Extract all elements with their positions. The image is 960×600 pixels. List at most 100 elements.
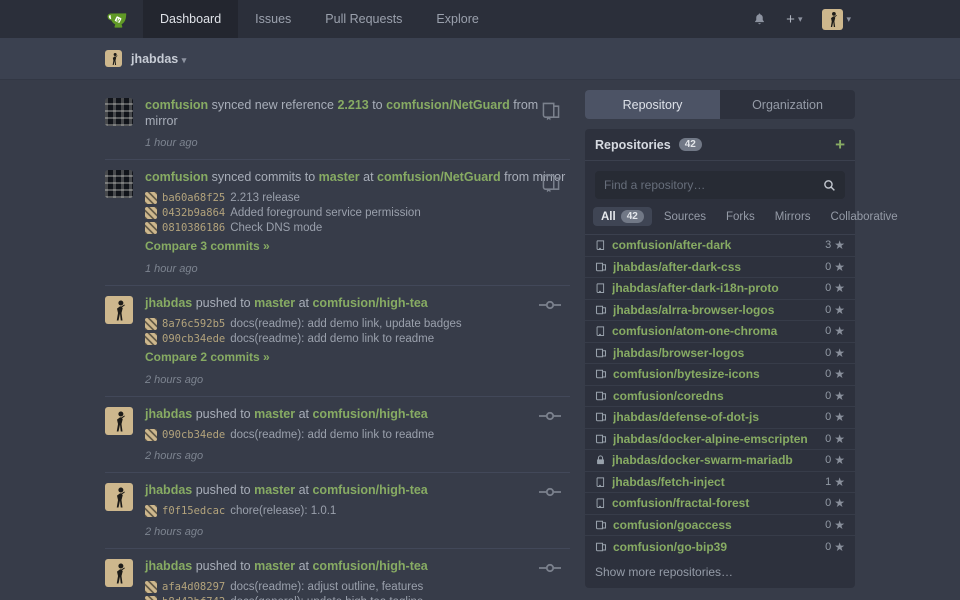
repository-list-item[interactable]: comfusion/bytesize-icons0★ xyxy=(585,364,855,386)
identicon-avatar[interactable] xyxy=(105,98,133,126)
tab-organization[interactable]: Organization xyxy=(720,90,855,119)
create-new-button[interactable]: + ▾ xyxy=(786,11,802,28)
repository-list-item[interactable]: jhabdas/after-dark-css0★ xyxy=(585,257,855,279)
filter-forks[interactable]: Forks xyxy=(718,208,763,226)
filter-all[interactable]: All42 xyxy=(593,207,652,226)
commit-sha-link[interactable]: b8d42bf742 xyxy=(162,596,225,600)
commit-sha-link[interactable]: 0432b9a864 xyxy=(162,207,225,219)
feed-link[interactable]: comfusion xyxy=(145,170,208,184)
repository-list-item[interactable]: jhabdas/defense-of-dot-js0★ xyxy=(585,407,855,429)
commit-sha-link[interactable]: 090cb34ede xyxy=(162,333,225,345)
repository-name-link[interactable]: jhabdas/after-dark-i18n-proto xyxy=(612,281,825,295)
feed-link[interactable]: master xyxy=(254,483,295,497)
feed-link[interactable]: comfusion/high-tea xyxy=(312,296,427,310)
commit-sha-link[interactable]: ba60a68f25 xyxy=(162,192,225,204)
commit-sha-link[interactable]: f0f15edcac xyxy=(162,505,225,517)
add-repository-button[interactable]: + xyxy=(835,136,845,153)
feed-link[interactable]: master xyxy=(254,559,295,573)
user-avatar[interactable] xyxy=(105,296,133,324)
user-avatar[interactable] xyxy=(105,559,133,587)
repository-search-input[interactable] xyxy=(604,178,823,192)
repository-name-link[interactable]: comfusion/goaccess xyxy=(613,518,825,532)
feed-link[interactable]: comfusion/NetGuard xyxy=(386,98,510,112)
repository-name-link[interactable]: comfusion/fractal-forest xyxy=(612,496,825,510)
identicon-avatar[interactable] xyxy=(105,170,133,198)
compare-commits-link[interactable]: Compare 3 commits » xyxy=(145,239,270,253)
repository-list-item[interactable]: jhabdas/docker-swarm-mariadb0★ xyxy=(585,450,855,472)
commit-message: docs(readme): add demo link to readme xyxy=(230,333,434,345)
repository-name-link[interactable]: comfusion/coredns xyxy=(613,389,825,403)
repository-list-item[interactable]: comfusion/atom-one-chroma0★ xyxy=(585,321,855,343)
repository-list-item[interactable]: comfusion/coredns0★ xyxy=(585,386,855,408)
repository-name-link[interactable]: jhabdas/browser-logos xyxy=(613,346,825,360)
feed-link[interactable]: comfusion/high-tea xyxy=(312,483,427,497)
repository-name-link[interactable]: jhabdas/fetch-inject xyxy=(612,475,825,489)
repository-name-link[interactable]: jhabdas/docker-swarm-mariadb xyxy=(612,453,825,467)
compare-commits-link[interactable]: Compare 2 commits » xyxy=(145,350,270,364)
feed-link[interactable]: jhabdas xyxy=(145,559,192,573)
commit-line: f0f15edcacchore(release): 1.0.1 xyxy=(145,504,570,518)
repository-list-item[interactable]: comfusion/go-bip390★ xyxy=(585,536,855,558)
repository-name-link[interactable]: comfusion/bytesize-icons xyxy=(613,367,825,381)
show-more-repositories-link[interactable]: Show more repositories… xyxy=(585,558,855,588)
repository-list-item[interactable]: jhabdas/fetch-inject1★ xyxy=(585,472,855,494)
commit-sha-link[interactable]: 090cb34ede xyxy=(162,429,225,441)
user-avatar[interactable] xyxy=(105,407,133,435)
feed-item: jhabdas pushed to master at comfusion/hi… xyxy=(105,549,570,600)
repository-name-link[interactable]: jhabdas/docker-alpine-emscripten xyxy=(613,432,825,446)
context-switcher[interactable]: jhabdas ▾ xyxy=(131,52,186,66)
feed-link[interactable]: jhabdas xyxy=(145,296,192,310)
star-count: 0 xyxy=(825,325,831,337)
repository-name-link[interactable]: comfusion/after-dark xyxy=(612,238,825,252)
feed-link[interactable]: jhabdas xyxy=(145,483,192,497)
search-icon[interactable] xyxy=(823,179,836,192)
feed-link[interactable]: comfusion/high-tea xyxy=(312,407,427,421)
commit-sha-link[interactable]: 8a76c592b5 xyxy=(162,318,225,330)
filter-mirrors[interactable]: Mirrors xyxy=(767,208,819,226)
notifications-bell-icon[interactable] xyxy=(753,12,766,26)
repository-name-link[interactable]: comfusion/atom-one-chroma xyxy=(612,324,825,338)
chevron-down-icon: ▾ xyxy=(182,55,187,65)
repository-name-link[interactable]: jhabdas/defense-of-dot-js xyxy=(613,410,825,424)
nav-item-dashboard[interactable]: Dashboard xyxy=(143,0,238,38)
commit-sha-link[interactable]: afa4d08297 xyxy=(162,581,225,593)
repository-list: comfusion/after-dark3★jhabdas/after-dark… xyxy=(585,235,855,558)
feed-link[interactable]: comfusion/NetGuard xyxy=(377,170,501,184)
repository-list-item[interactable]: jhabdas/alrra-browser-logos0★ xyxy=(585,300,855,322)
nav-item-pull-requests[interactable]: Pull Requests xyxy=(308,0,419,38)
committer-avatar xyxy=(145,581,157,593)
repository-list-item[interactable]: comfusion/goaccess0★ xyxy=(585,515,855,537)
repository-name-link[interactable]: comfusion/go-bip39 xyxy=(613,540,825,554)
star-count: 0 xyxy=(825,433,831,445)
filter-label: All xyxy=(601,211,616,223)
repository-name-link[interactable]: jhabdas/alrra-browser-logos xyxy=(613,303,825,317)
repository-name-link[interactable]: jhabdas/after-dark-css xyxy=(613,260,825,274)
commit-list: ba60a68f252.213 release0432b9a864Added f… xyxy=(145,191,570,235)
user-menu[interactable]: ▾ xyxy=(822,9,851,30)
tab-repository[interactable]: Repository xyxy=(585,90,720,119)
star-icon: ★ xyxy=(834,432,845,446)
feed-link[interactable]: master xyxy=(254,407,295,421)
feed-link[interactable]: comfusion xyxy=(145,98,208,112)
feed-link[interactable]: 2.213 xyxy=(337,98,368,112)
filter-collaborative[interactable]: Collaborative xyxy=(823,208,906,226)
activity-feed: comfusion synced new reference 2.213 to … xyxy=(105,88,570,600)
nav-item-issues[interactable]: Issues xyxy=(238,0,308,38)
repository-list-item[interactable]: jhabdas/after-dark-i18n-proto0★ xyxy=(585,278,855,300)
repositories-panel-header: Repositories 42 + xyxy=(585,129,855,161)
feed-link[interactable]: jhabdas xyxy=(145,407,192,421)
repository-list-item[interactable]: jhabdas/browser-logos0★ xyxy=(585,343,855,365)
commit-sha-link[interactable]: 0810386186 xyxy=(162,222,225,234)
feed-link[interactable]: master xyxy=(254,296,295,310)
feed-link[interactable]: comfusion/high-tea xyxy=(312,559,427,573)
nav-item-explore[interactable]: Explore xyxy=(419,0,495,38)
feed-link[interactable]: master xyxy=(319,170,360,184)
repo-mirror-icon xyxy=(595,304,607,316)
user-avatar[interactable] xyxy=(105,483,133,511)
repository-list-item[interactable]: comfusion/fractal-forest0★ xyxy=(585,493,855,515)
repository-star-count: 0★ xyxy=(825,540,845,554)
gitea-logo-icon[interactable] xyxy=(105,0,143,38)
repository-list-item[interactable]: jhabdas/docker-alpine-emscripten0★ xyxy=(585,429,855,451)
repository-list-item[interactable]: comfusion/after-dark3★ xyxy=(585,235,855,257)
filter-sources[interactable]: Sources xyxy=(656,208,714,226)
